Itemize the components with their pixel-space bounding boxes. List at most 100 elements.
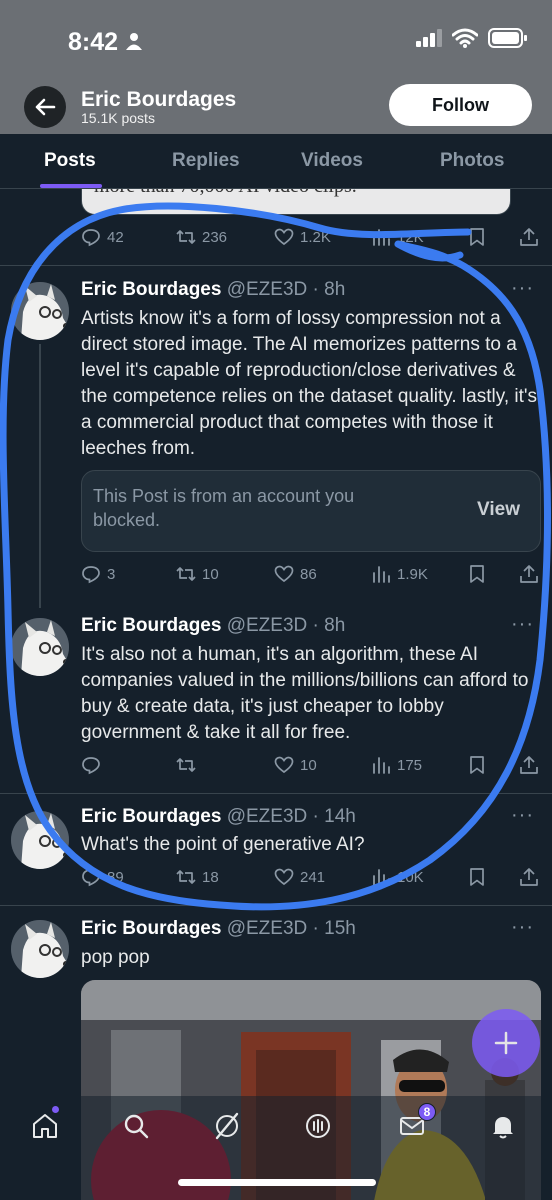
repost-button[interactable]: 10: [176, 564, 219, 584]
grok-icon: [215, 1112, 239, 1140]
avatar[interactable]: [11, 618, 69, 676]
back-button[interactable]: [24, 86, 66, 128]
heart-icon: [274, 868, 294, 886]
post-author[interactable]: Eric Bourdages: [81, 615, 221, 636]
reply-count: 42: [107, 228, 124, 246]
repost-icon: [176, 870, 196, 884]
heart-icon: [274, 756, 294, 774]
like-button[interactable]: 1.2K: [274, 227, 331, 247]
status-time: 8:42: [68, 28, 119, 56]
status-icons: [416, 28, 528, 48]
home-icon: [33, 1114, 57, 1138]
share-button[interactable]: [519, 564, 539, 584]
more-options-button[interactable]: ···: [511, 804, 534, 827]
share-button[interactable]: [519, 755, 539, 775]
like-count: 10: [300, 756, 317, 774]
views-button[interactable]: 1.9K: [371, 564, 428, 584]
views-button[interactable]: 12K: [371, 227, 424, 247]
more-options-button[interactable]: ···: [511, 277, 534, 300]
tab-replies[interactable]: Replies: [172, 150, 240, 172]
post-count: 15.1K posts: [81, 110, 155, 126]
bottom-navigation: 8: [0, 1096, 552, 1200]
bookmark-button[interactable]: [467, 867, 487, 887]
view-button[interactable]: View: [477, 499, 520, 521]
post-text: pop pop: [81, 947, 150, 968]
bookmark-icon: [470, 868, 484, 886]
reply-icon: [82, 566, 100, 584]
like-count: 1.2K: [300, 228, 331, 246]
nav-search[interactable]: [121, 1111, 151, 1141]
reply-count: 89: [107, 868, 124, 886]
profile-header: Eric Bourdages 15.1K posts Follow: [0, 84, 552, 134]
tab-photos[interactable]: Photos: [440, 150, 504, 172]
bookmark-button[interactable]: [467, 755, 487, 775]
nav-notifications[interactable]: [488, 1111, 518, 1141]
share-button[interactable]: [519, 867, 539, 887]
home-indicator: [178, 1179, 376, 1186]
post-author[interactable]: Eric Bourdages: [81, 806, 221, 827]
bookmark-button[interactable]: [467, 564, 487, 584]
views-icon: [373, 566, 390, 583]
follow-button[interactable]: Follow: [389, 84, 532, 126]
view-count: 10K: [397, 868, 424, 886]
nav-communities[interactable]: [303, 1111, 333, 1141]
post-meta: @EZE3D · 8h: [226, 615, 346, 636]
tab-posts[interactable]: Posts: [44, 150, 96, 172]
battery-icon: [488, 28, 527, 48]
profile-tabs: Posts Replies Videos Photos: [0, 134, 552, 189]
compose-button[interactable]: [472, 1009, 540, 1077]
reply-button[interactable]: 3: [81, 564, 115, 584]
dog-avatar-icon: [11, 618, 69, 676]
like-count: 241: [300, 868, 326, 886]
reply-button[interactable]: 89: [81, 867, 124, 887]
dog-avatar-icon: [11, 811, 69, 869]
share-button[interactable]: [519, 227, 539, 247]
nav-home[interactable]: [30, 1111, 60, 1141]
views-button[interactable]: 175: [371, 755, 422, 775]
avatar[interactable]: [11, 811, 69, 869]
post-text: What's the point of generative AI?: [81, 834, 365, 855]
divider: [0, 793, 552, 794]
views-button[interactable]: 10K: [371, 867, 424, 887]
bookmark-icon: [470, 756, 484, 774]
post-actions: 3 10 86 1.9K: [81, 564, 541, 588]
repost-button[interactable]: [176, 755, 202, 775]
like-button[interactable]: 241: [274, 867, 325, 887]
share-icon: [520, 756, 538, 774]
reply-button[interactable]: [81, 755, 107, 775]
reply-button[interactable]: 42: [81, 227, 124, 247]
more-options-button[interactable]: ···: [511, 916, 534, 939]
timeline: more than 70,000 AI video clips. 42 236 …: [0, 189, 552, 1200]
view-count: 1.9K: [397, 565, 428, 583]
divider: [0, 905, 552, 906]
like-count: 86: [300, 565, 317, 583]
dog-avatar-icon: [11, 282, 69, 340]
post-author[interactable]: Eric Bourdages: [81, 918, 221, 939]
avatar[interactable]: [11, 282, 69, 340]
wifi-icon: [452, 28, 478, 48]
profile-name: Eric Bourdages: [81, 88, 237, 111]
messages-badge: 8: [418, 1103, 436, 1121]
nav-grok[interactable]: [212, 1111, 242, 1141]
repost-button[interactable]: 236: [176, 227, 227, 247]
post-author[interactable]: Eric Bourdages: [81, 279, 221, 300]
dog-avatar-icon: [11, 920, 69, 978]
previous-post-media-card[interactable]: more than 70,000 AI video clips.: [81, 189, 511, 215]
tab-indicator: [40, 184, 102, 188]
repost-count: 18: [202, 868, 219, 886]
tab-videos[interactable]: Videos: [301, 150, 363, 172]
arrow-left-icon: [35, 98, 56, 116]
repost-button[interactable]: 18: [176, 867, 219, 887]
avatar[interactable]: [11, 920, 69, 978]
like-button[interactable]: 10: [274, 755, 317, 775]
repost-icon: [176, 758, 196, 772]
repost-count: 10: [202, 565, 219, 583]
post-actions: 10 175: [81, 755, 541, 779]
repost-icon: [176, 567, 196, 581]
status-bar: 8:42: [0, 0, 552, 84]
bookmark-button[interactable]: [467, 227, 487, 247]
reply-icon: [82, 869, 100, 887]
like-button[interactable]: 86: [274, 564, 317, 584]
views-icon: [373, 229, 390, 246]
more-options-button[interactable]: ···: [511, 613, 534, 636]
